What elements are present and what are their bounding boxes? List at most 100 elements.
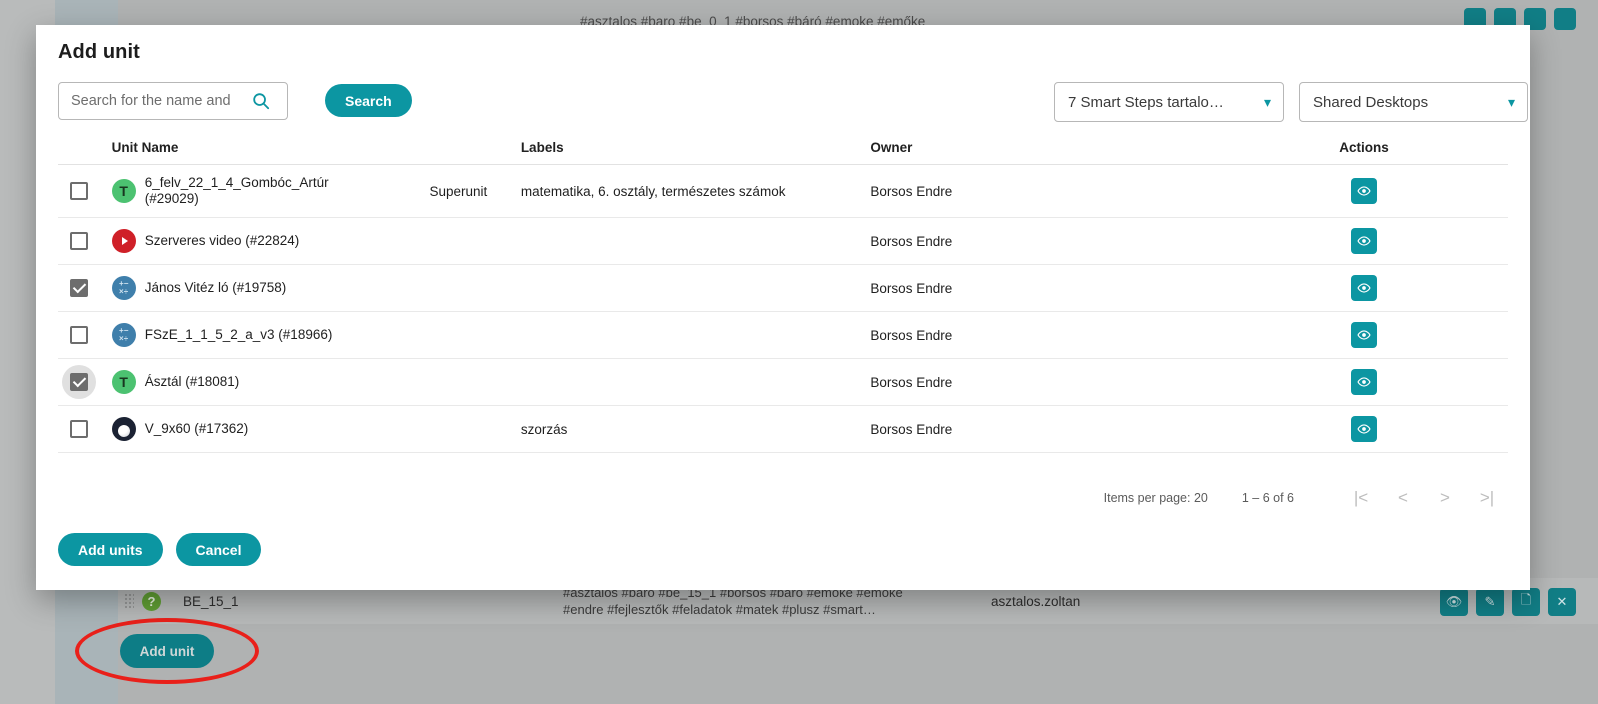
owner-cell: Borsos Endre: [870, 233, 953, 249]
add-units-button[interactable]: Add units: [58, 533, 163, 566]
search-button[interactable]: Search: [325, 84, 412, 117]
row-select-cell: [58, 420, 112, 438]
view-eye-icon[interactable]: [1350, 275, 1377, 301]
chevron-down-icon: ▾: [1263, 94, 1271, 110]
header-labels: Labels: [520, 140, 564, 155]
view-eye-icon[interactable]: [1350, 228, 1377, 254]
row-actions-cell: [1220, 369, 1508, 395]
text-unit-icon: T: [111, 370, 136, 394]
add-unit-dialog: Add unit Search 7 Smart Steps tartalo… ▾…: [36, 25, 1530, 590]
table-row[interactable]: Szerveres video (#22824) Borsos Endre: [58, 218, 1508, 265]
row-checkbox[interactable]: [70, 326, 88, 344]
unit-name-label: Szerveres video (#22824): [144, 233, 300, 248]
items-per-page-value: 20: [1193, 491, 1208, 505]
owner-cell: Borsos Endre: [870, 374, 953, 390]
last-page-button[interactable]: >|: [1466, 487, 1508, 509]
table-header-row: Unit Name Labels Owner Actions: [58, 131, 1508, 165]
ball-unit-icon: [111, 417, 136, 441]
view-eye-icon[interactable]: [1350, 178, 1377, 204]
superunit-label: Superunit: [429, 183, 488, 199]
view-eye-icon[interactable]: [1350, 416, 1377, 442]
unit-name-label: János Vitéz ló (#19758): [144, 280, 287, 295]
row-actions-cell: [1220, 416, 1508, 442]
math-unit-icon: +− ×÷: [111, 276, 136, 300]
previous-page-button[interactable]: <: [1382, 487, 1424, 509]
row-checkbox[interactable]: [70, 420, 88, 438]
header-owner: Owner: [870, 140, 913, 155]
unit-name-label: Ásztál (#18081): [144, 374, 240, 389]
row-name-cell: T 6_felv_22_1_4_Gombóc_Artúr (#29029): [111, 175, 430, 207]
view-eye-icon[interactable]: [1350, 322, 1377, 348]
table-row[interactable]: T Ásztál (#18081) Borsos Endre: [58, 359, 1508, 406]
owner-cell: Borsos Endre: [870, 280, 953, 296]
background-add-unit-wrapper: Add unit: [75, 618, 259, 684]
first-page-button[interactable]: |<: [1340, 487, 1382, 509]
table-row[interactable]: V_9x60 (#17362) szorzás Borsos Endre: [58, 406, 1508, 453]
delete-icon[interactable]: [1554, 8, 1576, 30]
units-table: Unit Name Labels Owner Actions T 6_felv_2…: [58, 131, 1508, 453]
cancel-button[interactable]: Cancel: [175, 533, 262, 566]
desktop-filter-select[interactable]: Shared Desktops ▾: [1299, 82, 1528, 122]
unit-name-label: 6_felv_22_1_4_Gombóc_Artúr (#29029): [144, 175, 329, 206]
paginator: Items per page: 20 1 – 6 of 6 |< < > >|: [1104, 487, 1508, 509]
view-icon[interactable]: 👁: [1440, 588, 1468, 616]
header-unit-name: Unit Name: [111, 140, 179, 155]
row-select-cell: [58, 279, 112, 297]
search-box[interactable]: [58, 82, 288, 120]
row-name-cell: T Ásztál (#18081): [111, 370, 430, 394]
row-actions-cell: [1220, 228, 1508, 254]
background-row-owner: asztalos.zoltan: [991, 593, 1081, 609]
row-checkbox[interactable]: [70, 182, 88, 200]
view-eye-icon[interactable]: [1350, 369, 1377, 395]
owner-cell: Borsos Endre: [870, 421, 953, 437]
table-row[interactable]: T 6_felv_22_1_4_Gombóc_Artúr (#29029) Supe…: [58, 165, 1508, 218]
background-row-action-bar: 👁 ✎ 🗋 ✕: [1440, 588, 1576, 616]
pagination-range-label: 1 – 6 of 6: [1241, 491, 1294, 505]
annotation-highlight-ellipse: [75, 618, 259, 684]
row-name-cell: V_9x60 (#17362): [111, 417, 430, 441]
background-row-name: BE_15_1: [183, 593, 239, 609]
row-select-cell: [58, 232, 112, 250]
edit-icon[interactable]: ✎: [1476, 588, 1504, 616]
table-row[interactable]: +− ×÷ János Vitéz ló (#19758) Borsos Endre: [58, 265, 1508, 312]
row-checkbox[interactable]: [70, 373, 88, 391]
next-page-button[interactable]: >: [1424, 487, 1466, 509]
drag-handle-icon[interactable]: [124, 593, 134, 609]
unit-name-label: FSzE_1_1_5_2_a_v3 (#18966): [144, 327, 333, 342]
video-unit-icon: [111, 229, 136, 253]
row-actions-cell: [1220, 322, 1508, 348]
row-name-cell: +− ×÷ János Vitéz ló (#19758): [111, 276, 430, 300]
chevron-down-icon: ▾: [1507, 94, 1515, 110]
table-row[interactable]: +− ×÷ FSzE_1_1_5_2_a_v3 (#18966) Borsos En…: [58, 312, 1508, 359]
text-unit-icon: T: [111, 179, 136, 203]
owner-cell: Borsos Endre: [870, 327, 953, 343]
content-filter-select[interactable]: 7 Smart Steps tartalo… ▾: [1054, 82, 1284, 122]
header-actions: Actions: [1339, 140, 1389, 155]
row-actions-cell: [1220, 275, 1508, 301]
dialog-footer: Add units Cancel: [58, 533, 262, 566]
row-actions-cell: [1220, 178, 1508, 204]
checkbox-focus-ripple: [62, 365, 96, 399]
labels-cell: szorzás: [520, 421, 568, 437]
unit-name-label: V_9x60 (#17362): [144, 421, 249, 436]
math-unit-icon: +− ×÷: [111, 323, 136, 347]
row-name-cell: Szerveres video (#22824): [111, 229, 430, 253]
duplicate-icon[interactable]: 🗋: [1512, 588, 1540, 616]
table-body: T 6_felv_22_1_4_Gombóc_Artúr (#29029) Supe…: [58, 165, 1508, 453]
row-checkbox[interactable]: [70, 279, 88, 297]
search-icon[interactable]: [245, 92, 277, 110]
dialog-toolbar: Search 7 Smart Steps tartalo… ▾ Shared D…: [58, 82, 1528, 126]
dialog-title: Add unit: [58, 41, 140, 63]
question-unit-icon: ?: [142, 591, 161, 611]
row-checkbox[interactable]: [70, 232, 88, 250]
row-select-cell: [58, 326, 112, 344]
row-select-cell: [58, 365, 112, 399]
labels-cell: matematika, 6. osztály, természetes szám…: [520, 183, 786, 199]
delete-icon[interactable]: ✕: [1548, 588, 1576, 616]
owner-cell: Borsos Endre: [870, 183, 953, 199]
search-input[interactable]: [59, 84, 245, 118]
row-select-cell: [58, 182, 112, 200]
items-per-page[interactable]: Items per page: 20: [1104, 491, 1208, 505]
row-name-cell: +− ×÷ FSzE_1_1_5_2_a_v3 (#18966): [111, 323, 430, 347]
content-filter-value: 7 Smart Steps tartalo…: [1068, 93, 1224, 111]
